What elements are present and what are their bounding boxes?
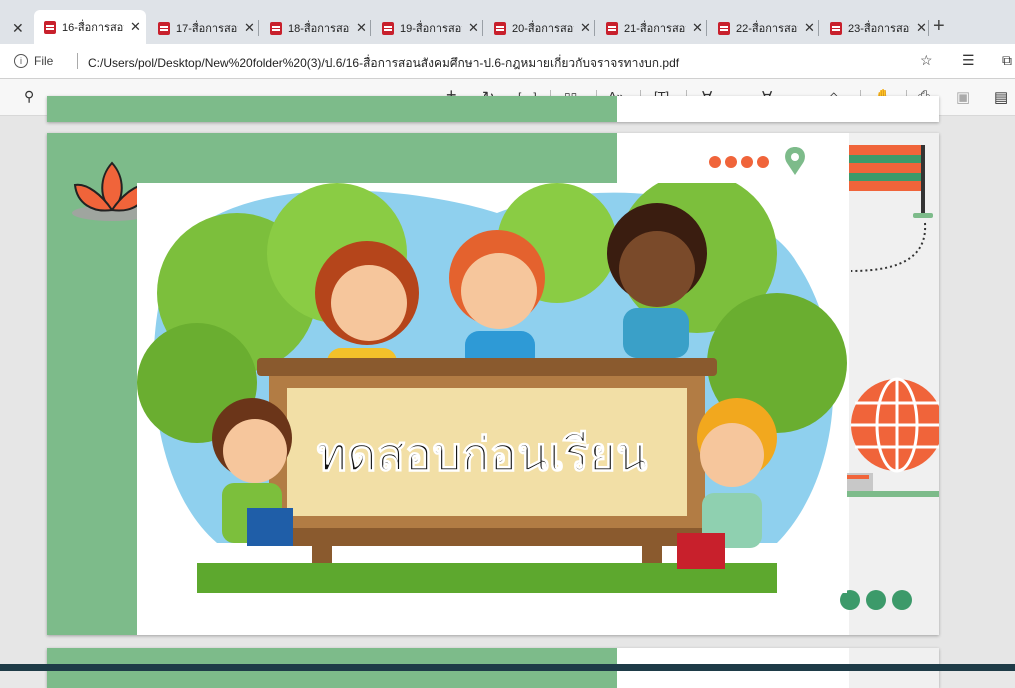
tab-4[interactable]: 20-สื่อการสอน ✕ bbox=[484, 12, 594, 44]
tab-label: 22-สื่อการสอน bbox=[736, 23, 798, 35]
tab-0[interactable]: 16-สื่อการสอน ✕ bbox=[34, 10, 146, 44]
tab-close-icon[interactable]: ✕ bbox=[356, 20, 367, 36]
search-icon[interactable]: ⚲ bbox=[24, 88, 34, 105]
pdf-icon bbox=[382, 21, 394, 35]
favorite-star-icon[interactable]: ☆ bbox=[920, 52, 933, 69]
tab-divider bbox=[370, 20, 371, 36]
taskbar bbox=[0, 664, 1015, 671]
tab-3[interactable]: 19-สื่อการสอน ✕ bbox=[372, 12, 482, 44]
tab-close-icon[interactable]: ✕ bbox=[804, 20, 815, 36]
document-viewer[interactable]: ทดสอบก่อนเรียน bbox=[0, 96, 1015, 688]
tab-close-icon[interactable]: ✕ bbox=[468, 20, 479, 36]
tab-strip: ✕ 16-สื่อการสอน ✕ 17-สื่อการสอน ✕ 18-สื่… bbox=[0, 0, 1015, 44]
url-input[interactable]: C:/Users/pol/Desktop/New%20folder%20(3)/… bbox=[88, 54, 679, 73]
dots-decoration bbox=[840, 590, 912, 610]
tab-5[interactable]: 21-สื่อการสอน ✕ bbox=[596, 12, 706, 44]
new-tab-icon[interactable]: + bbox=[933, 15, 945, 38]
tab-divider bbox=[818, 20, 819, 36]
tab-1[interactable]: 17-สื่อการสอน ✕ bbox=[148, 12, 258, 44]
tab-close-icon[interactable]: ✕ bbox=[130, 19, 141, 35]
tab-label: 16-สื่อการสอน bbox=[62, 22, 124, 34]
globe-decoration bbox=[847, 377, 939, 497]
tab-divider bbox=[482, 20, 483, 36]
favorites-list-icon[interactable]: ☰ bbox=[962, 52, 975, 69]
tab-label: 17-สื่อการสอน bbox=[176, 23, 238, 35]
tab-label: 23-สื่อการสอน bbox=[848, 23, 910, 35]
scheme-label: File bbox=[34, 54, 54, 68]
tab-divider bbox=[706, 20, 707, 36]
divider bbox=[77, 53, 78, 69]
tab-label: 18-สื่อการสอน bbox=[288, 23, 350, 35]
info-icon[interactable]: i bbox=[14, 54, 28, 68]
tab-2[interactable]: 18-สื่อการสอน ✕ bbox=[260, 12, 370, 44]
pdf-page: ทดสอบก่อนเรียน bbox=[47, 133, 939, 635]
tab-close-icon[interactable]: ✕ bbox=[692, 20, 703, 36]
tab-close-icon[interactable]: ✕ bbox=[244, 20, 255, 36]
tab-label: 19-สื่อการสอน bbox=[400, 23, 462, 35]
pdf-icon bbox=[270, 21, 282, 35]
tab-6[interactable]: 22-สื่อการสอน ✕ bbox=[708, 12, 818, 44]
pdf-icon bbox=[44, 20, 56, 34]
dots-pin-decoration bbox=[709, 147, 805, 175]
address-bar: i File C:/Users/pol/Desktop/New%20folder… bbox=[0, 44, 1015, 79]
pdf-icon bbox=[158, 21, 170, 35]
tab-7[interactable]: 23-สื่อการสอน ✕ bbox=[820, 12, 930, 44]
tab-label: 21-สื่อการสอน bbox=[624, 23, 686, 35]
tab-close-icon[interactable]: ✕ bbox=[916, 20, 927, 36]
close-icon[interactable]: ✕ bbox=[12, 20, 24, 37]
kids-illustration bbox=[137, 183, 847, 593]
tab-label: 20-สื่อการสอน bbox=[512, 23, 574, 35]
pdf-icon bbox=[494, 21, 506, 35]
pdf-icon bbox=[718, 21, 730, 35]
tab-close-icon[interactable]: ✕ bbox=[580, 20, 591, 36]
tab-divider bbox=[258, 20, 259, 36]
page-title-text: ทดสอบก่อนเรียน bbox=[316, 427, 648, 482]
pdf-page-previous bbox=[47, 96, 939, 122]
save-as-icon[interactable]: ▤ bbox=[994, 88, 1008, 106]
save-icon[interactable]: ▣ bbox=[956, 88, 970, 106]
flag-decoration bbox=[849, 145, 933, 272]
tab-divider bbox=[594, 20, 595, 36]
collections-icon[interactable]: ⧉ bbox=[1002, 52, 1012, 69]
tab-divider bbox=[928, 20, 929, 36]
pdf-icon bbox=[830, 21, 842, 35]
pdf-icon bbox=[606, 21, 618, 35]
